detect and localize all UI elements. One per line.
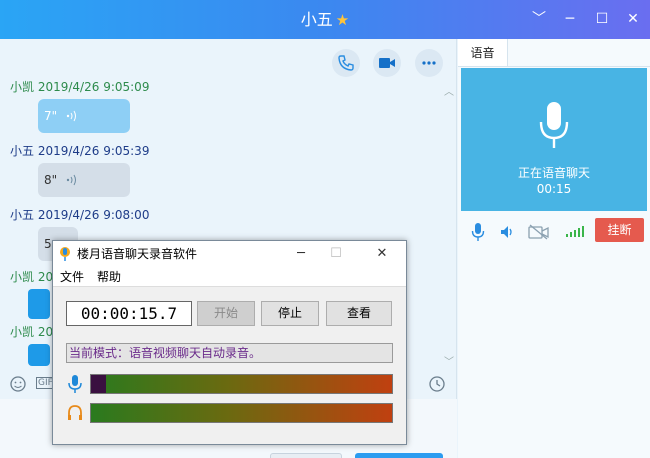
window-title: 小五 — [300, 10, 333, 29]
title-bar: 小五 ★ ﹀ ─ ☐ ✕ — [0, 0, 650, 39]
mode-status: 当前模式：语音视频聊天自动录音。 — [66, 343, 393, 363]
recorder-menu-bar: 文件 帮助 — [53, 267, 406, 287]
window-title-wrap: 小五 ★ — [0, 0, 650, 39]
speaker-icon[interactable] — [499, 224, 515, 240]
recorder-minimize-button[interactable]: ─ — [286, 241, 316, 267]
voice-call-button[interactable] — [332, 49, 360, 77]
signal-strength-icon — [566, 226, 584, 237]
history-icon[interactable] — [428, 375, 446, 393]
menu-file[interactable]: 文件 — [60, 267, 84, 287]
recorder-window: 楼月语音聊天录音软件 ─ ☐ ✕ 文件 帮助 00:00:15.7 开始 停止 … — [52, 240, 407, 445]
tab-voice[interactable]: 语音 — [458, 39, 508, 67]
maximize-button[interactable]: ☐ — [591, 8, 613, 30]
message-header: 小凯 20 — [10, 270, 54, 284]
camera-off-icon[interactable] — [528, 224, 550, 240]
voice-call-panel: 正在语音聊天 00:15 — [461, 68, 647, 211]
call-record-bubble[interactable] — [28, 289, 50, 319]
minimize-button[interactable]: ─ — [559, 8, 581, 30]
more-button[interactable] — [415, 49, 443, 77]
speaker-level-meter — [90, 403, 393, 423]
star-icon: ★ — [335, 11, 350, 29]
video-icon — [379, 58, 395, 68]
message-header: 小凯 2019/4/26 9:05:09 — [10, 80, 150, 94]
call-timer: 00:15 — [536, 182, 572, 196]
sound-wave-icon — [66, 174, 76, 186]
voice-message-bubble[interactable]: 7" — [38, 99, 130, 133]
view-button[interactable]: 查看 — [326, 301, 392, 326]
call-status: 正在语音聊天 — [517, 166, 590, 180]
voice-message-bubble[interactable]: 8" — [38, 163, 130, 197]
scroll-up-icon[interactable]: ︿ — [444, 83, 454, 98]
recording-time-display: 00:00:15.7 — [66, 301, 192, 326]
dropdown-icon[interactable]: ﹀ — [528, 8, 550, 30]
scroll-down-icon[interactable]: ﹀ — [444, 353, 454, 368]
send-button[interactable] — [355, 453, 443, 458]
close-button[interactable]: ✕ — [622, 8, 644, 30]
call-record-bubble[interactable] — [28, 344, 50, 366]
video-call-button[interactable] — [373, 49, 401, 77]
sound-wave-icon — [66, 110, 76, 122]
microphone-icon — [539, 102, 569, 148]
emoji-icon[interactable] — [9, 375, 27, 393]
headphone-level-icon — [68, 405, 82, 420]
tab-divider — [458, 66, 650, 67]
start-button[interactable]: 开始 — [197, 301, 255, 326]
recorder-title: 楼月语音聊天录音软件 — [77, 247, 198, 261]
message-header: 小五 2019/4/26 9:05:39 — [10, 144, 150, 158]
more-icon — [422, 61, 436, 65]
close-chat-button[interactable] — [270, 453, 342, 458]
microphone-level-meter — [90, 374, 393, 394]
mic-toggle-icon[interactable] — [471, 222, 485, 242]
recorder-app-icon — [60, 247, 70, 261]
menu-help[interactable]: 帮助 — [97, 267, 121, 287]
right-panel: 语音 正在语音聊天 00:15 挂断 — [458, 39, 650, 458]
phone-icon — [338, 55, 354, 71]
recorder-maximize-button[interactable]: ☐ — [321, 241, 351, 267]
message-header: 小凯 20 — [10, 325, 54, 339]
stop-button[interactable]: 停止 — [261, 301, 319, 326]
recorder-close-button[interactable]: ✕ — [367, 241, 397, 267]
microphone-level-icon — [68, 375, 82, 393]
hangup-button[interactable]: 挂断 — [595, 218, 644, 242]
microphone-level-fill — [91, 375, 107, 393]
message-header: 小五 2019/4/26 9:08:00 — [10, 208, 150, 222]
recorder-title-bar: 楼月语音聊天录音软件 ─ ☐ ✕ — [53, 241, 406, 267]
